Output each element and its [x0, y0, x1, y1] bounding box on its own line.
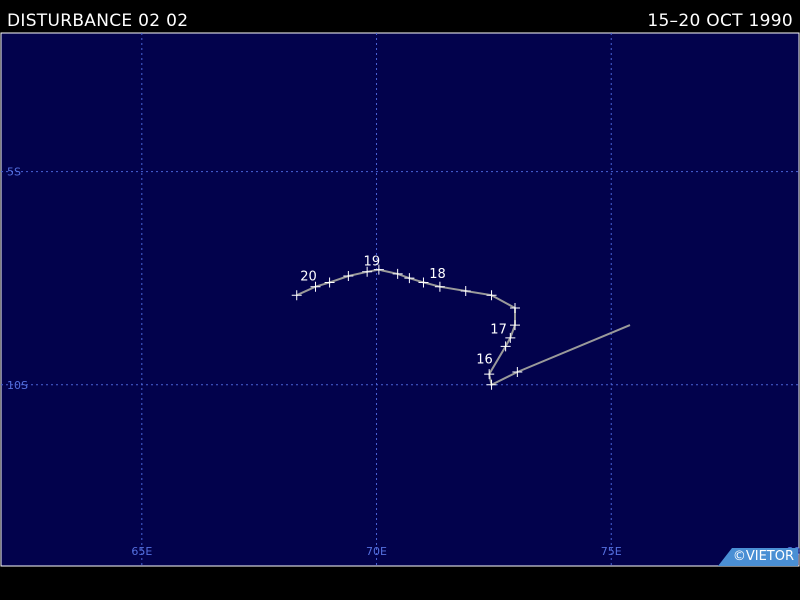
day-label: 17 [490, 323, 507, 338]
map-background [0, 32, 800, 567]
longitude-label: 65E [131, 545, 152, 558]
day-label: 18 [429, 267, 446, 282]
credit-badge: ©VIETOR [718, 548, 798, 566]
day-label: 16 [476, 352, 493, 367]
track-map: 65E70E75E80E5S10S 1617181920 [0, 32, 800, 567]
day-label: 19 [364, 254, 381, 269]
longitude-label: 75E [601, 545, 622, 558]
day-label: 20 [300, 269, 317, 284]
longitude-label: 70E [366, 545, 387, 558]
latitude-label: 5S [7, 166, 21, 179]
storm-title: DISTURBANCE 02 02 [7, 11, 189, 31]
latitude-label: 10S [7, 379, 28, 392]
date-range: 15–20 OCT 1990 [647, 11, 793, 31]
